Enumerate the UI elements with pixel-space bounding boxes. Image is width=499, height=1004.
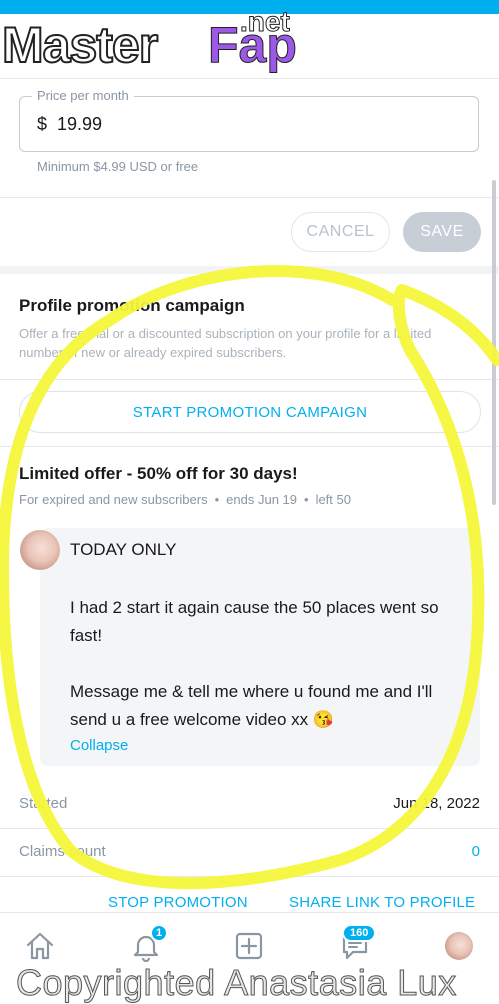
message-body: I had 2 start it again cause the 50 plac… bbox=[70, 594, 470, 762]
share-link-button[interactable]: SHARE LINK TO PROFILE bbox=[289, 894, 475, 911]
dot-separator: • bbox=[214, 492, 220, 507]
offer-left: left 50 bbox=[315, 492, 351, 507]
price-hint: Minimum $4.99 USD or free bbox=[37, 159, 199, 174]
offer-audience: For expired and new subscribers bbox=[19, 492, 208, 507]
claims-value: 0 bbox=[471, 843, 480, 860]
start-promotion-button[interactable]: START PROMOTION CAMPAIGN bbox=[19, 391, 481, 433]
notifications-badge: 1 bbox=[150, 924, 169, 942]
section-divider bbox=[0, 266, 499, 274]
offer-meta: For expired and new subscribers • ends Jun… bbox=[19, 492, 351, 507]
promotion-title: Profile promotion campaign bbox=[19, 296, 245, 315]
profile-avatar[interactable] bbox=[445, 932, 473, 960]
price-field-label: Price per month bbox=[32, 88, 134, 103]
logo-net: .net bbox=[240, 6, 291, 38]
divider bbox=[0, 828, 499, 829]
copyright-watermark: Copyrighted Anastasia Lux bbox=[16, 962, 457, 1004]
divider bbox=[0, 78, 499, 79]
started-value: Jun 18, 2022 bbox=[393, 795, 480, 812]
price-field-value[interactable]: $ 19.99 bbox=[37, 114, 102, 135]
home-icon[interactable] bbox=[24, 930, 56, 962]
scrollbar[interactable] bbox=[492, 180, 496, 505]
avatar[interactable] bbox=[20, 530, 60, 570]
messages-badge: 160 bbox=[342, 924, 377, 942]
message-paragraph: Message me & tell me where u found me an… bbox=[70, 682, 433, 729]
started-label: Started bbox=[19, 795, 68, 812]
promotion-description: Offer a free trial or a discounted subsc… bbox=[19, 326, 432, 360]
divider bbox=[0, 446, 499, 447]
offer-title: Limited offer - 50% off for 30 days! bbox=[19, 464, 298, 483]
message-paragraph: I had 2 start it again cause the 50 plac… bbox=[70, 598, 439, 645]
save-button[interactable]: SAVE bbox=[403, 212, 481, 252]
cancel-button[interactable]: CANCEL bbox=[291, 212, 390, 252]
add-post-icon[interactable] bbox=[233, 930, 265, 962]
divider bbox=[0, 379, 499, 380]
divider bbox=[0, 876, 499, 877]
watermark-logo: Master Fap .net bbox=[0, 6, 330, 78]
divider bbox=[0, 197, 499, 198]
collapse-link[interactable]: Collapse bbox=[70, 737, 128, 754]
dot-separator: • bbox=[304, 492, 309, 507]
offer-ends: ends Jun 19 bbox=[226, 492, 297, 507]
stop-promotion-button[interactable]: STOP PROMOTION bbox=[108, 894, 248, 911]
message-title: TODAY ONLY bbox=[70, 540, 177, 559]
logo-master: Master bbox=[1, 16, 159, 74]
claims-label: Claims count bbox=[19, 843, 106, 860]
